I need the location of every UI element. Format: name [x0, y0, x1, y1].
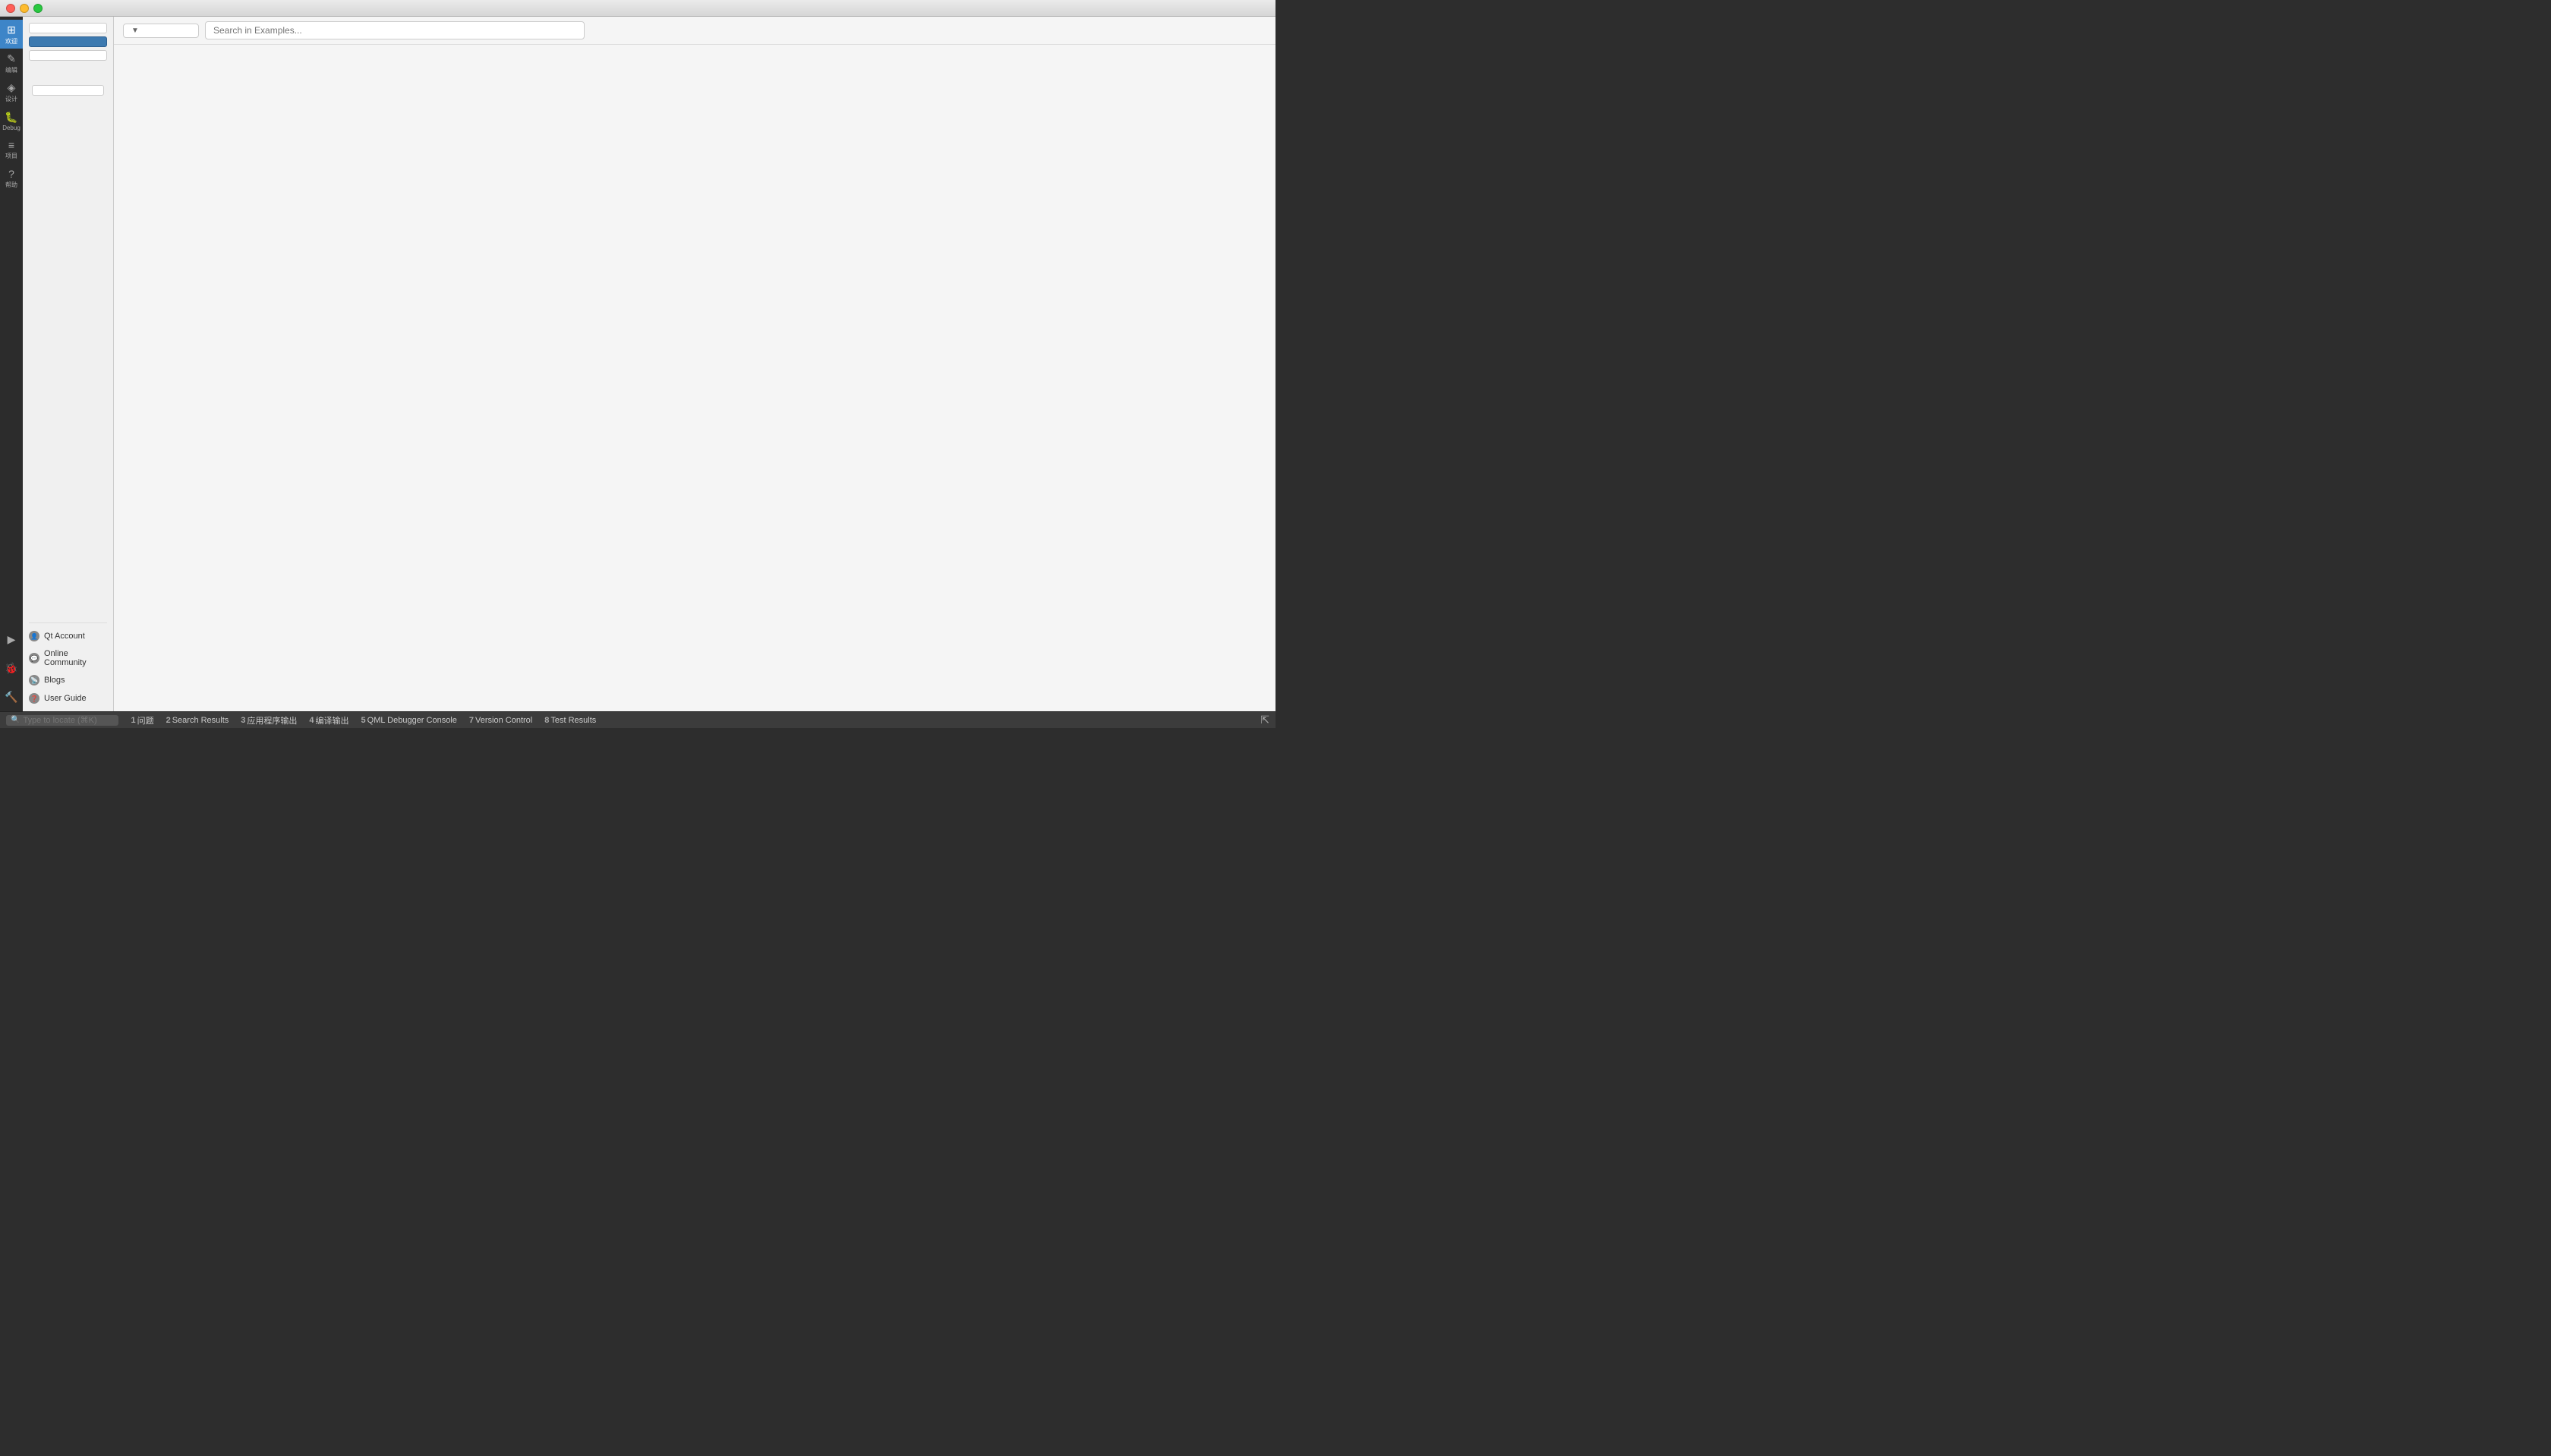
- edit-icon: ✎: [7, 52, 16, 65]
- debug-run-button[interactable]: 🐞: [0, 654, 23, 682]
- statusbar-search-results[interactable]: 2 Search Results: [166, 716, 229, 725]
- statusbar-compile-output[interactable]: 4 编译输出: [309, 714, 348, 726]
- statusbar-expand-icon[interactable]: ⇱: [1260, 714, 1269, 726]
- search-icon: 🔍: [11, 716, 20, 724]
- minimize-button[interactable]: [20, 4, 29, 13]
- filter-dropdown[interactable]: ▼: [123, 24, 199, 38]
- sidebar-item-edit[interactable]: ✎ 编辑: [0, 49, 23, 77]
- build-button[interactable]: 🔨: [0, 682, 23, 711]
- sidebar-item-welcome[interactable]: ⊞ 欢迎: [0, 20, 23, 49]
- online-community-link[interactable]: 💬 Online Community: [29, 648, 107, 669]
- help-label: 帮助: [5, 181, 17, 189]
- locate-input[interactable]: [23, 716, 114, 725]
- online-community-icon: 💬: [29, 653, 39, 663]
- nav-bottom-links: 👤 Qt Account 💬 Online Community 📡 Blogs …: [29, 622, 107, 705]
- qt-account-link[interactable]: 👤 Qt Account: [29, 629, 107, 643]
- statusbar-version-control[interactable]: 7 Version Control: [469, 716, 532, 725]
- qt-account-icon: 👤: [29, 631, 39, 641]
- debug-run-icon: 🐞: [5, 662, 17, 675]
- online-community-label: Online Community: [44, 649, 107, 667]
- icon-sidebar: ⊞ 欢迎 ✎ 编辑 ◈ 设计 🐛 Debug ≡ 项目 ? 帮助 ▶ �: [0, 17, 23, 711]
- edit-label: 编辑: [5, 66, 17, 74]
- run-button[interactable]: ▶: [0, 625, 23, 654]
- statusbar-search[interactable]: 🔍: [6, 715, 118, 726]
- close-button[interactable]: [6, 4, 15, 13]
- design-label: 设计: [5, 95, 17, 103]
- tutorials-nav-button[interactable]: [29, 50, 107, 61]
- help-icon: ?: [8, 168, 14, 180]
- statusbar-qml-debugger[interactable]: 5 QML Debugger Console: [361, 716, 457, 725]
- sidebar-item-debug[interactable]: 🐛 Debug: [0, 106, 23, 135]
- projects-label: 项目: [5, 152, 17, 160]
- nav-panel: 👤 Qt Account 💬 Online Community 📡 Blogs …: [23, 17, 114, 711]
- user-guide-link[interactable]: ❓ User Guide: [29, 692, 107, 705]
- chevron-down-icon: ▼: [131, 27, 139, 35]
- run-icon: ▶: [8, 633, 16, 646]
- statusbar: 🔍 1 问题 2 Search Results 3 应用程序输出 4 编译输出 …: [0, 711, 1276, 728]
- statusbar-problems[interactable]: 1 问题: [131, 714, 153, 726]
- debug-label: Debug: [2, 124, 20, 131]
- search-input-wrap: [205, 21, 585, 39]
- blogs-label: Blogs: [44, 676, 65, 685]
- projects-icon: ≡: [8, 139, 14, 151]
- blogs-icon: 📡: [29, 675, 39, 685]
- titlebar: [0, 0, 1276, 17]
- welcome-icon: ⊞: [7, 24, 16, 36]
- sidebar-item-design[interactable]: ◈ 设计: [0, 77, 23, 106]
- design-icon: ◈: [8, 81, 16, 94]
- statusbar-right: ⇱: [1260, 714, 1269, 726]
- maximize-button[interactable]: [33, 4, 43, 13]
- new-to-qt-section: [29, 73, 107, 100]
- user-guide-label: User Guide: [44, 694, 87, 703]
- main-content: ▼: [114, 17, 1276, 711]
- sidebar-item-help[interactable]: ? 帮助: [0, 164, 23, 193]
- statusbar-test-results[interactable]: 8 Test Results: [544, 716, 596, 725]
- sidebar-item-projects[interactable]: ≡ 项目: [0, 135, 23, 164]
- welcome-label: 欢迎: [5, 37, 17, 46]
- app-container: ⊞ 欢迎 ✎ 编辑 ◈ 设计 🐛 Debug ≡ 项目 ? 帮助 ▶ �: [0, 17, 1276, 711]
- titlebar-buttons: [6, 4, 43, 13]
- build-icon: 🔨: [5, 691, 17, 704]
- get-started-button[interactable]: [32, 85, 104, 96]
- examples-grid: [114, 45, 1276, 711]
- user-guide-icon: ❓: [29, 693, 39, 704]
- statusbar-app-output[interactable]: 3 应用程序输出: [241, 714, 297, 726]
- examples-nav-button[interactable]: [29, 36, 107, 47]
- debug-icon: 🐛: [5, 111, 17, 124]
- content-toolbar: ▼: [114, 17, 1276, 45]
- search-input[interactable]: [205, 21, 585, 39]
- projects-nav-button[interactable]: [29, 23, 107, 33]
- qt-account-label: Qt Account: [44, 632, 85, 641]
- blogs-link[interactable]: 📡 Blogs: [29, 673, 107, 687]
